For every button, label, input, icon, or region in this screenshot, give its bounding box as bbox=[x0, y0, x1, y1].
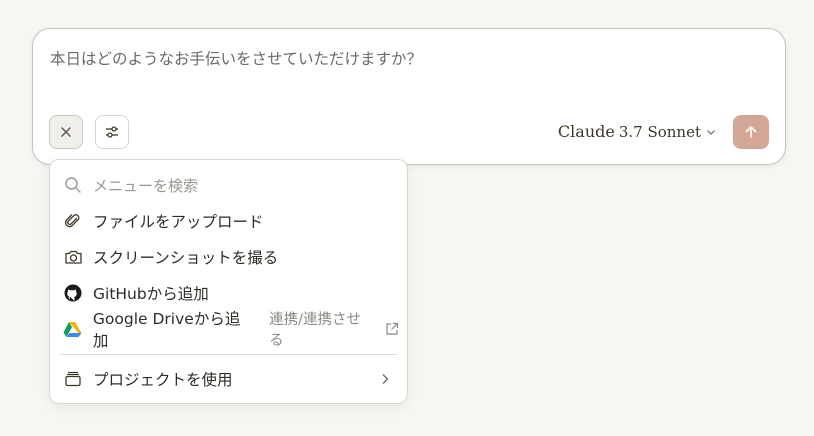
google-drive-icon bbox=[63, 321, 82, 337]
menu-item-upload-file[interactable]: ファイルをアップロード bbox=[62, 206, 399, 236]
menu-item-use-project[interactable]: プロジェクトを使用 bbox=[62, 364, 399, 394]
prompt-input[interactable]: 本日はどのようなお手伝いをさせていただけますか？ bbox=[50, 47, 422, 69]
paperclip-icon bbox=[65, 214, 80, 228]
menu-item-google-drive[interactable]: Google Driveから追加 連携/連携させる bbox=[62, 310, 399, 350]
github-icon bbox=[64, 284, 82, 302]
model-name: Claude bbox=[557, 122, 615, 141]
menu-item-label: ファイルをアップロード bbox=[93, 213, 264, 231]
camera-icon bbox=[64, 250, 82, 264]
settings-button[interactable] bbox=[95, 115, 129, 149]
sliders-icon bbox=[106, 126, 118, 138]
attachment-menu: メニューを検索 ファイルをアップロード スクリーンショットを撮る GitHubか… bbox=[49, 159, 408, 404]
menu-item-github[interactable]: GitHubから追加 bbox=[62, 278, 399, 308]
menu-item-label: Google Driveから追加 bbox=[92, 310, 241, 350]
external-link-icon bbox=[386, 322, 399, 335]
menu-search[interactable]: メニューを検索 bbox=[62, 170, 399, 200]
menu-item-label: GitHubから追加 bbox=[93, 285, 209, 303]
connect-link[interactable]: 連携/連携させる bbox=[269, 308, 375, 350]
menu-search-input[interactable]: メニューを検索 bbox=[93, 175, 198, 196]
send-button[interactable] bbox=[733, 115, 769, 149]
chat-composer: 本日はどのようなお手伝いをさせていただけますか？ Claude 3.7 Sonn… bbox=[32, 28, 786, 165]
project-icon bbox=[65, 371, 81, 387]
close-menu-button[interactable] bbox=[49, 115, 83, 149]
chevron-right-icon bbox=[382, 374, 389, 384]
model-version: 3.7 Sonnet bbox=[618, 122, 701, 141]
menu-item-label: プロジェクトを使用 bbox=[93, 371, 233, 389]
menu-divider bbox=[60, 354, 397, 355]
menu-item-label: スクリーンショットを撮る bbox=[93, 249, 279, 267]
menu-item-screenshot[interactable]: スクリーンショットを撮る bbox=[62, 242, 399, 272]
arrow-up-icon bbox=[745, 126, 757, 138]
search-icon bbox=[65, 177, 81, 193]
chevron-down-icon bbox=[707, 129, 715, 135]
model-selector[interactable]: Claude 3.7 Sonnet bbox=[558, 122, 717, 141]
close-icon bbox=[61, 127, 71, 137]
